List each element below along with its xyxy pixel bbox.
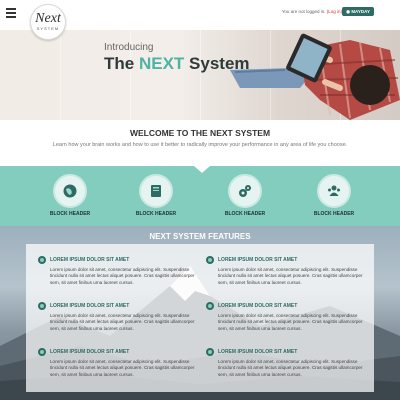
users-icon (328, 185, 340, 196)
block-icon-circle (53, 174, 87, 208)
logo-text: Next (35, 11, 61, 26)
block-header-label: BLOCK HEADER (224, 211, 266, 217)
login-status-text: You are not logged in. (281, 9, 326, 14)
feature-text: Lorem ipsum dolor sit amet, consectetur … (50, 359, 195, 377)
hero-banner: Introducing The NEXT System (0, 30, 400, 120)
mayday-label: MAYDAY (351, 9, 370, 14)
feature-text: Lorem ipsum dolor sit amet, consectetur … (50, 267, 195, 285)
feature-bullet-icon (38, 256, 46, 264)
alert-icon: ◉ (346, 9, 351, 14)
feature-bullet-icon (206, 256, 214, 264)
hamburger-menu-icon[interactable] (6, 8, 16, 18)
feature-text: Lorem ipsum dolor sit amet, consectetur … (218, 313, 363, 331)
feature-bullet-icon (206, 302, 214, 310)
feature-bullet-icon (206, 348, 214, 356)
hero-title: The NEXT System (104, 54, 250, 73)
feature-text: Lorem ipsum dolor sit amet, consectetur … (50, 313, 195, 331)
logo-subtext: SYSTEM (36, 26, 60, 31)
book-icon (151, 185, 161, 197)
welcome-title: WELCOME TO THE NEXT SYSTEM (129, 128, 271, 138)
feature-title: LOREM IPSUM DOLOR SIT AMET (218, 303, 298, 309)
login-status: You are not logged in. (Log in) (282, 9, 342, 14)
feature-bullet-icon (38, 348, 46, 356)
block-header-label: BLOCK HEADER (135, 211, 177, 217)
block-gears[interactable]: BLOCK HEADER (215, 174, 275, 217)
block-icon-circle (228, 174, 262, 208)
block-globe[interactable]: BLOCK HEADER (40, 174, 100, 217)
block-icon-circle (139, 174, 173, 208)
feature-bullet-icon (38, 302, 46, 310)
features-panel: LOREM IPSUM DOLOR SIT AMET Lorem ipsum d… (26, 244, 374, 392)
feature-title: LOREM IPSUM DOLOR SIT AMET (218, 257, 298, 263)
feature-title: LOREM IPSUM DOLOR SIT AMET (50, 303, 130, 309)
feature-text: Lorem ipsum dolor sit amet, consectetur … (218, 359, 363, 377)
feature-title: LOREM IPSUM DOLOR SIT AMET (50, 349, 130, 355)
gears-icon (239, 185, 251, 197)
block-icon-circle (317, 174, 351, 208)
hero-intro: Introducing (104, 42, 154, 53)
site-logo[interactable]: Next SYSTEM (30, 4, 66, 40)
band-notch (194, 166, 210, 173)
welcome-section: WELCOME TO THE NEXT SYSTEM Learn how you… (0, 120, 400, 166)
feature-title: LOREM IPSUM DOLOR SIT AMET (218, 349, 298, 355)
feature-title: LOREM IPSUM DOLOR SIT AMET (50, 257, 130, 263)
feature-text: Lorem ipsum dolor sit amet, consectetur … (218, 267, 363, 285)
block-book[interactable]: BLOCK HEADER (126, 174, 186, 217)
features-title: NEXT SYSTEM FEATURES (149, 232, 251, 241)
block-header-label: BLOCK HEADER (49, 211, 91, 217)
welcome-subtitle: Learn how your brain works and how to us… (52, 142, 348, 148)
mayday-button[interactable]: ◉ MAYDAY (342, 7, 374, 16)
person-with-tablet-image (230, 33, 400, 120)
login-link[interactable]: (Log in) (327, 9, 342, 14)
globe-icon (63, 184, 77, 198)
block-users[interactable]: BLOCK HEADER (304, 174, 364, 217)
block-header-label: BLOCK HEADER (313, 211, 355, 217)
